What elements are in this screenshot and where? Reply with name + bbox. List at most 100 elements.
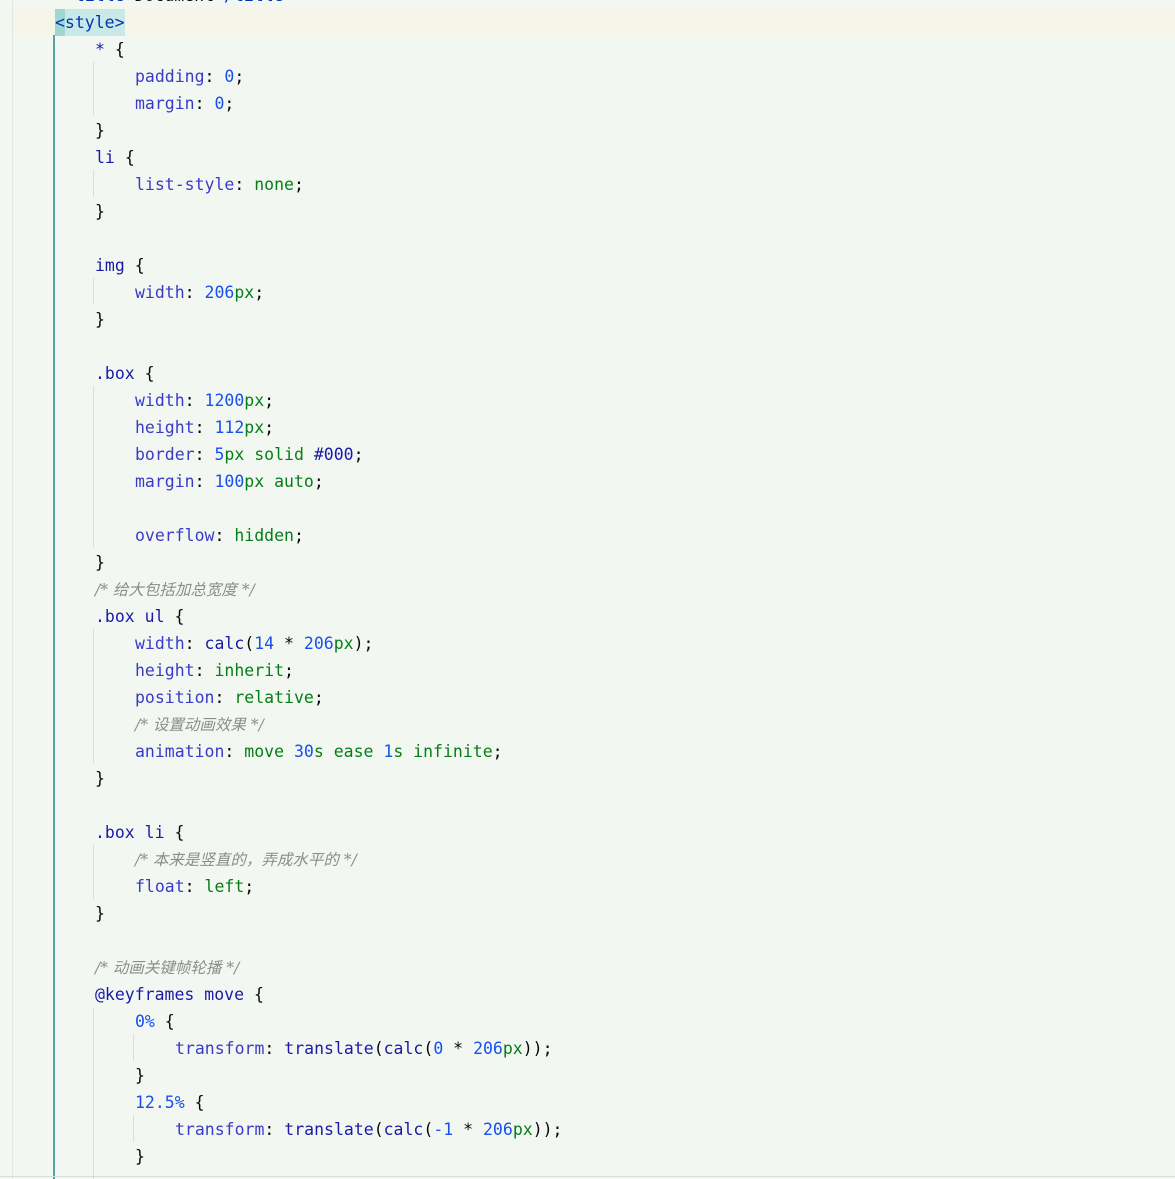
number-token: 0	[214, 94, 225, 113]
punctuation-token: Document	[135, 0, 214, 5]
code-line[interactable]: .box ul {	[95, 603, 184, 630]
punctuation-token: :	[184, 877, 205, 896]
code-line[interactable]: @keyframes move {	[95, 981, 264, 1008]
number-token: 206	[303, 634, 334, 653]
code-line[interactable]: 12.5% {	[135, 1089, 205, 1116]
punctuation-token: {	[174, 823, 185, 842]
code-line[interactable]: }	[95, 765, 105, 792]
editor-gutter[interactable]	[0, 0, 13, 1179]
number-token: 5	[214, 445, 225, 464]
number-token: 206	[473, 1039, 503, 1058]
property-token: width	[135, 283, 185, 302]
punctuation-token: :	[224, 742, 245, 761]
code-line[interactable]: /* 本来是竖直的，弄成水平的 */	[135, 846, 357, 873]
code-line[interactable]: <title>Document</title>	[65, 0, 294, 9]
code-line[interactable]: width: 206px;	[135, 279, 264, 306]
code-line[interactable]: }	[95, 198, 105, 225]
selector-token: .box ul	[95, 607, 175, 626]
code-line[interactable]: <style>	[55, 9, 125, 36]
code-line[interactable]: margin: 100px auto;	[135, 468, 324, 495]
indent-guide	[93, 278, 94, 305]
code-line[interactable]: /* 动画关键帧轮播 */	[95, 954, 239, 981]
code-line[interactable]: overflow: hidden;	[135, 522, 304, 549]
code-line[interactable]: height: inherit;	[135, 657, 294, 684]
punctuation-token: ;	[353, 445, 364, 464]
punctuation-token: }	[95, 121, 105, 140]
punctuation-token: {	[134, 256, 145, 275]
punctuation-token: ;	[264, 391, 275, 410]
selector-token: .box li	[95, 823, 175, 842]
unit-token: px	[333, 634, 354, 653]
punctuation-token: :	[194, 472, 215, 491]
punctuation-token: (	[423, 1120, 434, 1139]
tag-token: </title>	[214, 0, 293, 5]
punctuation-token: ;	[264, 418, 275, 437]
code-line[interactable]: li {	[95, 144, 135, 171]
code-line[interactable]: }	[95, 117, 105, 144]
punctuation-token: *	[453, 1120, 483, 1139]
code-line[interactable]: }	[95, 900, 105, 927]
punctuation-token: :	[264, 1120, 285, 1139]
number-token: 206	[204, 283, 235, 302]
comment-token: /* 设置动画效果 */	[135, 716, 264, 734]
punctuation-token: *	[274, 634, 304, 653]
code-line[interactable]: animation: move 30s ease 1s infinite;	[135, 738, 503, 765]
punctuation-token: {	[154, 1012, 175, 1031]
punctuation-token: ;	[254, 283, 265, 302]
code-line[interactable]: border: 5px solid #000;	[135, 441, 364, 468]
code-line[interactable]: }	[95, 549, 105, 576]
code-line[interactable]: width: 1200px;	[135, 387, 274, 414]
code-line[interactable]: width: calc(14 * 206px);	[135, 630, 373, 657]
code-line[interactable]: padding: 0;	[135, 63, 244, 90]
punctuation-token: );	[353, 634, 374, 653]
indent-guide	[53, 35, 55, 1179]
code-line[interactable]: transform: translate(calc(-1 * 206px));	[175, 1116, 563, 1143]
unit-token: px	[234, 283, 255, 302]
property-token: overflow	[135, 526, 215, 545]
value-token: left	[204, 877, 245, 896]
code-line[interactable]: 0% {	[135, 1008, 175, 1035]
punctuation-token: *	[443, 1039, 474, 1058]
code-line[interactable]: img {	[95, 252, 145, 279]
code-line[interactable]: /* 给大包括加总宽度 */	[95, 576, 255, 603]
property-token: transform	[175, 1039, 265, 1058]
code-line[interactable]: transform: translate(calc(0 * 206px));	[175, 1035, 553, 1062]
punctuation-token: :	[214, 526, 235, 545]
punctuation-token: (	[373, 1039, 384, 1058]
punctuation-token: (	[244, 634, 255, 653]
code-line[interactable]: list-style: none;	[135, 171, 304, 198]
unit-token: px	[244, 472, 265, 491]
punctuation-token: ));	[522, 1039, 553, 1058]
code-line[interactable]: .box li {	[95, 819, 184, 846]
punctuation-token: ;	[492, 742, 503, 761]
punctuation-token: {	[114, 40, 125, 59]
punctuation-token: ;	[293, 526, 304, 545]
style-tag: <style>	[55, 9, 125, 36]
property-token: list-style	[135, 175, 235, 194]
punctuation-token: :	[204, 67, 225, 86]
punctuation-token: :	[184, 391, 205, 410]
code-line[interactable]: height: 112px;	[135, 414, 274, 441]
number-token: 112	[214, 418, 245, 437]
punctuation-token: }	[95, 202, 105, 221]
property-token: transform	[175, 1120, 265, 1139]
code-line[interactable]: }	[135, 1062, 145, 1089]
code-line[interactable]: float: left;	[135, 873, 254, 900]
indent-guide	[93, 1007, 94, 1179]
code-line[interactable]: }	[135, 1143, 145, 1170]
code-line[interactable]: position: relative;	[135, 684, 324, 711]
selector-token: translate	[284, 1039, 374, 1058]
code-line[interactable]: }	[95, 306, 105, 333]
code-line[interactable]: .box {	[95, 360, 155, 387]
indent-guide	[93, 170, 94, 197]
punctuation-token: }	[95, 769, 105, 788]
selector-token: .box	[95, 364, 145, 383]
code-line[interactable]: margin: 0;	[135, 90, 234, 117]
number-token: 0%	[135, 1012, 155, 1031]
code-line[interactable]: * {	[95, 36, 125, 63]
code-line[interactable]: /* 设置动画效果 */	[135, 711, 264, 738]
value-token: hidden	[234, 526, 294, 545]
number-token: 100	[214, 472, 245, 491]
property-token: float	[135, 877, 185, 896]
punctuation-token: :	[264, 1039, 285, 1058]
